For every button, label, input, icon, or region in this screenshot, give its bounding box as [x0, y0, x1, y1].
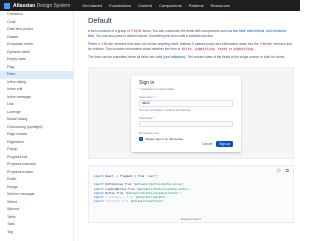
sidebar-item[interactable]: Spinner: [0, 206, 73, 214]
sidebar-item[interactable]: Code: [0, 19, 73, 27]
username-input[interactable]: dst12: [139, 100, 233, 107]
validation-paragraph: The form can be submitted when all field…: [88, 55, 286, 60]
code-tools: ⌬ ⧉: [277, 168, 289, 174]
inline-code: dirty: [181, 46, 193, 51]
sidebar-item[interactable]: Date time picker: [0, 26, 73, 34]
code-block: ⌬ ⧉ import React, { Fragment } from 'rea…: [88, 164, 294, 223]
brand-name[interactable]: Atlassian Design System: [13, 3, 70, 9]
sidebar-item[interactable]: Page header: [0, 131, 73, 139]
sidebar-item[interactable]: Flag: [0, 64, 73, 72]
sidebar: Checkbox Code Date time picker Drawer Dropdo…: [0, 11, 74, 241]
form-title: Sign in: [139, 79, 155, 86]
checkbox-checked-icon[interactable]: ✓: [139, 136, 143, 141]
sidebar-item[interactable]: Checkbox: [0, 11, 73, 19]
sidebar-item[interactable]: Tag: [0, 229, 73, 237]
inline-code: submitting: [194, 46, 216, 51]
sidebar-item[interactable]: Radio: [0, 176, 73, 184]
example-preview: Sign in * Indicates a required field Use…: [88, 66, 294, 159]
atlassian-logo-icon[interactable]: [4, 2, 10, 9]
sign-in-form: Sign in * Indicates a required field Use…: [131, 75, 241, 152]
inline-code: <form>: [259, 42, 273, 47]
submit-button[interactable]: Sign up: [216, 140, 233, 147]
sidebar-item[interactable]: Popup: [0, 146, 73, 154]
sidebar-item[interactable]: Dynamic table: [0, 49, 73, 57]
remember-label: Remember me: [139, 131, 159, 136]
top-navigation: Atlassian Design System Get started Foun…: [0, 0, 300, 11]
codesandbox-icon[interactable]: ⌬: [277, 168, 281, 174]
nav-link[interactable]: Components: [159, 3, 182, 8]
checkbox-label: Always sign in on this device: [145, 136, 184, 141]
sidebar-item[interactable]: Dropdown menu: [0, 41, 73, 49]
link-validation[interactable]: validation: [170, 55, 184, 59]
sidebar-item[interactable]: Link: [0, 101, 73, 109]
intro-paragraph: A form consists of a group of Field item…: [88, 29, 287, 38]
nav-link[interactable]: Get started: [82, 3, 102, 8]
inline-code: reset: [216, 46, 229, 51]
inline-code: Field: [130, 29, 142, 33]
nav-link[interactable]: Foundations: [109, 3, 131, 8]
page-title: Default: [88, 16, 112, 25]
link-text-field[interactable]: text field: [233, 29, 245, 33]
sidebar-item[interactable]: Drawer: [0, 34, 73, 42]
form-paragraph: Prefer a <form> element that does not re…: [88, 42, 292, 51]
sidebar-item[interactable]: Inline dialog: [0, 79, 73, 87]
sidebar-item[interactable]: Select: [0, 199, 73, 207]
nav-link[interactable]: Resources: [211, 3, 230, 8]
sidebar-item[interactable]: Tabs: [0, 221, 73, 229]
nav-link[interactable]: Content: [138, 3, 152, 8]
sidebar-item[interactable]: Progress bar: [0, 154, 73, 162]
sidebar-item[interactable]: Onboarding (spotlight): [0, 124, 73, 132]
sidebar-item[interactable]: Table: [0, 214, 73, 222]
username-label: Username *: [139, 95, 155, 100]
sidebar-item[interactable]: Lozenge: [0, 109, 73, 117]
nav-link[interactable]: Patterns: [189, 3, 204, 8]
sidebar-item[interactable]: Inline edit: [0, 86, 73, 94]
sidebar-item[interactable]: Progress tracker: [0, 169, 73, 177]
copy-icon[interactable]: ⧉: [286, 168, 289, 174]
inline-code: submitting: [232, 46, 254, 51]
username-help: You can use letters, numbers and periods…: [139, 107, 192, 112]
main-content: Default A form consists of a group of Fi…: [88, 11, 294, 241]
code-lines: import React, { Fragment } from 'react';…: [94, 174, 288, 203]
password-label: Password *: [139, 115, 155, 120]
sidebar-item[interactable]: Modal dialog: [0, 116, 73, 124]
main-nav: Get started Foundations Content Componen…: [82, 3, 230, 8]
sidebar-item[interactable]: Pagination: [0, 139, 73, 147]
sidebar-item[interactable]: Empty state: [0, 56, 73, 64]
sidebar-item[interactable]: Range: [0, 184, 73, 192]
link-select-fields[interactable]: select fields: [247, 29, 264, 33]
required-note: * Indicates a required field: [139, 87, 174, 92]
sidebar-item[interactable]: Section message: [0, 191, 73, 199]
password-input[interactable]: [139, 120, 233, 128]
cancel-button[interactable]: Cancel: [202, 142, 212, 146]
expand-code-button[interactable]: Expand code ▾: [89, 217, 293, 221]
inline-code: <form>: [100, 42, 114, 47]
form-actions: Cancel Sign up: [202, 140, 233, 147]
sidebar-item[interactable]: Inline message: [0, 94, 73, 102]
sidebar-item[interactable]: Form: [0, 71, 73, 79]
code-line: import TextField from '@atlaskit/textfie…: [94, 199, 166, 204]
sidebar-item[interactable]: Progress indicator: [0, 161, 73, 169]
